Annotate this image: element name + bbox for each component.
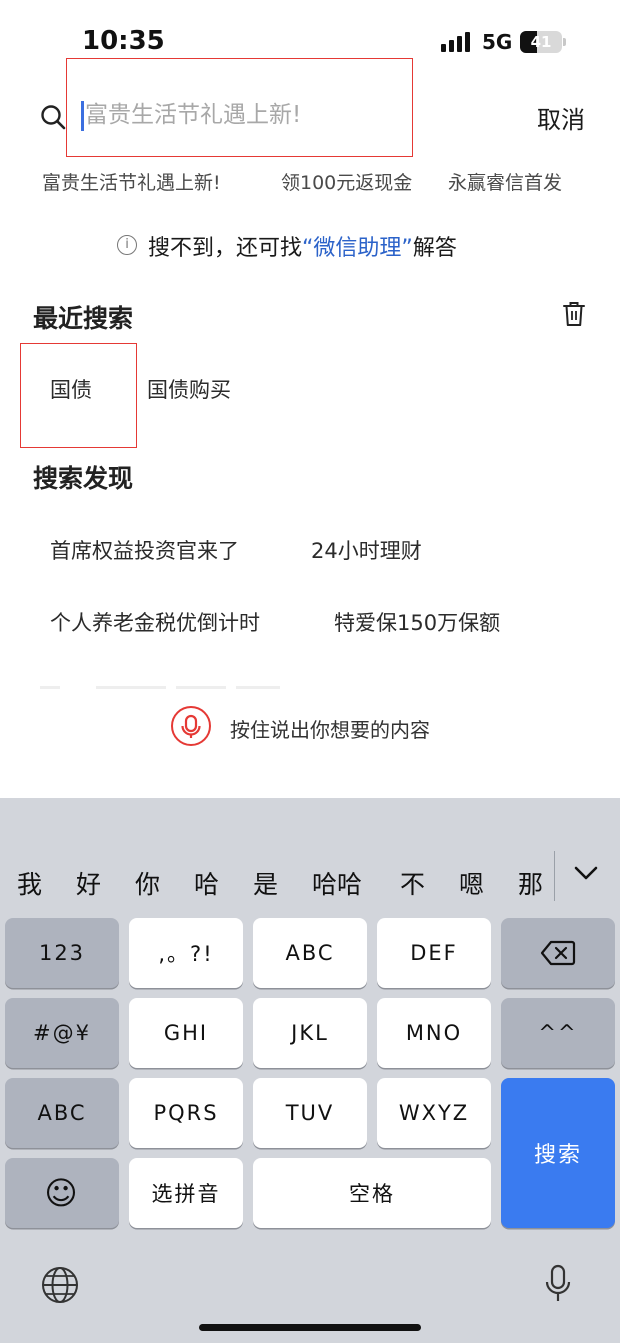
candidate-item[interactable]: 哈哈 xyxy=(312,865,362,901)
key-def[interactable]: DEF xyxy=(377,918,491,988)
backspace-icon xyxy=(540,940,576,966)
abc-switch-key[interactable]: ABC xyxy=(5,1078,119,1148)
battery-level: 41 xyxy=(530,33,552,51)
status-time: 10:35 xyxy=(82,26,165,56)
recent-search-item[interactable]: 国债 xyxy=(50,374,92,404)
discover-item[interactable]: 个人养老金税优倒计时 xyxy=(50,607,260,637)
emoji-key[interactable]: ☺ xyxy=(5,1158,119,1228)
key-mno[interactable]: MNO xyxy=(377,998,491,1068)
candidate-bar: 我 好 你 哈 是 哈哈 不 嗯 那 xyxy=(0,798,620,906)
candidate-item[interactable]: 好 xyxy=(76,865,101,901)
battery-tip xyxy=(563,38,566,46)
key-jkl[interactable]: JKL xyxy=(253,998,367,1068)
chevron-down-icon[interactable] xyxy=(573,863,599,883)
candidate-item[interactable]: 哈 xyxy=(194,865,219,901)
recent-search-item[interactable]: 国债购买 xyxy=(147,374,231,404)
home-indicator xyxy=(199,1324,421,1331)
key-wxyz[interactable]: WXYZ xyxy=(377,1078,491,1148)
hot-keyword[interactable]: 领100元返现金 xyxy=(281,168,412,195)
discover-item[interactable]: 24小时理财 xyxy=(311,535,422,565)
symbols-key[interactable]: #@¥ xyxy=(5,998,119,1068)
voice-hint: 按住说出你想要的内容 xyxy=(230,718,430,742)
discover-item[interactable]: 首席权益投资官来了 xyxy=(50,535,239,565)
search-input[interactable] xyxy=(85,97,405,133)
numbers-key[interactable]: 123 xyxy=(5,918,119,988)
key-ghi[interactable]: GHI xyxy=(129,998,243,1068)
candidate-item[interactable]: 你 xyxy=(135,865,160,901)
key-tuv[interactable]: TUV xyxy=(253,1078,367,1148)
key-abc[interactable]: ABC xyxy=(253,918,367,988)
candidate-item[interactable]: 那 xyxy=(518,865,543,901)
space-key[interactable]: 空格 xyxy=(253,1158,491,1228)
discover-item[interactable]: 特爱保150万保额 xyxy=(334,607,500,637)
voice-wave xyxy=(40,686,290,692)
discover-title: 搜索发现 xyxy=(33,464,134,493)
punctuation-key[interactable]: ,。?! xyxy=(129,918,243,988)
hot-keyword[interactable]: 富贵生活节礼遇上新! xyxy=(42,168,221,195)
candidate-item[interactable]: 嗯 xyxy=(459,865,484,901)
key-pqrs[interactable]: PQRS xyxy=(129,1078,243,1148)
text-cursor xyxy=(81,101,84,131)
globe-icon[interactable] xyxy=(41,1266,79,1304)
hot-keywords: 富贵生活节礼遇上新! 领100元返现金 永赢睿信首发 xyxy=(42,168,602,198)
search-field[interactable] xyxy=(66,58,413,157)
candidate-item[interactable]: 我 xyxy=(17,865,42,901)
delete-key[interactable] xyxy=(501,918,615,988)
info-icon: i xyxy=(117,235,137,255)
voice-button[interactable] xyxy=(171,706,211,746)
candidate-item[interactable]: 不 xyxy=(400,865,425,901)
cancel-button[interactable]: 取消 xyxy=(537,100,585,135)
pinyin-select-key[interactable]: 选拼音 xyxy=(129,1158,243,1228)
recent-search-title: 最近搜索 xyxy=(33,304,134,333)
candidate-divider xyxy=(554,851,555,901)
dictation-mic-icon[interactable] xyxy=(544,1264,572,1304)
microphone-icon xyxy=(181,714,201,738)
keyboard: 我 好 你 哈 是 哈哈 不 嗯 那 123 ,。?! ABC DEF #@¥ … xyxy=(0,798,620,1343)
search-key[interactable]: 搜索 xyxy=(501,1078,615,1228)
trash-icon[interactable] xyxy=(563,301,585,327)
search-icon xyxy=(41,105,66,130)
helper-text: 搜不到，还可找 xyxy=(148,236,303,261)
wechat-assistant-link[interactable]: “微信助理” xyxy=(302,236,413,261)
hot-keyword[interactable]: 永赢睿信首发 xyxy=(448,168,562,195)
battery-icon: 41 xyxy=(520,31,562,53)
helper-suffix: 解答 xyxy=(412,236,457,261)
candidate-item[interactable]: 是 xyxy=(253,865,278,901)
network-label: 5G xyxy=(482,30,513,54)
signal-icon xyxy=(441,30,473,52)
emoticon-key[interactable]: ^^ xyxy=(501,998,615,1068)
